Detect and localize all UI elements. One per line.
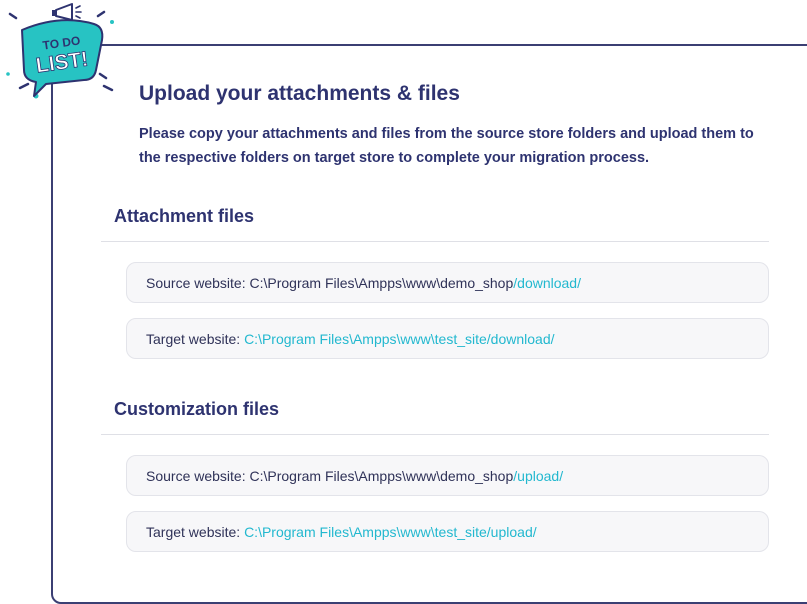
target-path-attachment: Target website: C:\Program Files\Ampps\w… bbox=[126, 318, 769, 359]
source-path-customization: Source website: C:\Program Files\Ampps\w… bbox=[126, 455, 769, 496]
source-path: C:\Program Files\Ampps\www\demo_shop bbox=[249, 274, 514, 291]
source-path: C:\Program Files\Ampps\www\demo_shop bbox=[249, 467, 514, 484]
target-path: C:\Program Files\Ampps\www\test_site/upl… bbox=[244, 523, 537, 540]
source-label: Source website: bbox=[146, 274, 246, 291]
page-title: Upload your attachments & files bbox=[139, 82, 460, 105]
target-path-customization: Target website: C:\Program Files\Ampps\w… bbox=[126, 511, 769, 552]
target-label: Target website: bbox=[146, 330, 241, 347]
target-label: Target website: bbox=[146, 523, 241, 540]
page-description: Please copy your attachments and files f… bbox=[139, 126, 754, 166]
source-path-attachment: Source website: C:\Program Files\Ampps\w… bbox=[126, 262, 769, 303]
section-title-attachment: Attachment files bbox=[114, 206, 255, 226]
source-folder: /download/ bbox=[513, 274, 581, 291]
section-divider bbox=[101, 241, 769, 242]
section-divider bbox=[101, 434, 769, 435]
source-label: Source website: bbox=[146, 467, 246, 484]
section-title-customization: Customization files bbox=[114, 399, 280, 419]
todo-list-badge-icon: TO DO LIST! bbox=[6, 3, 114, 99]
source-folder: /upload/ bbox=[513, 467, 564, 484]
target-path: C:\Program Files\Ampps\www\test_site/dow… bbox=[244, 330, 555, 347]
